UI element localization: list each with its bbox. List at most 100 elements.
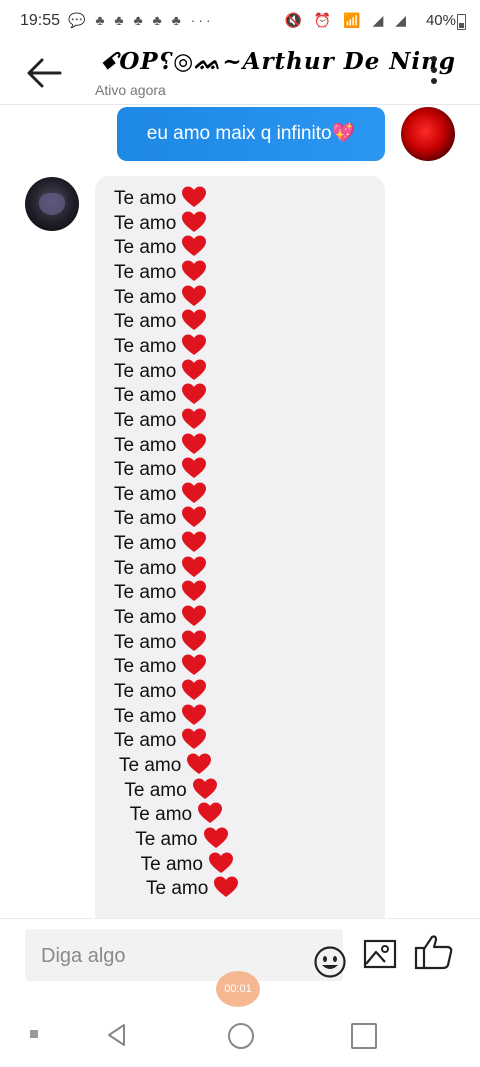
nav-recents-button[interactable] [351, 1023, 377, 1049]
smiley-icon[interactable] [313, 945, 347, 979]
message-line: Te amo [114, 630, 207, 654]
message-line: Te amo [114, 334, 207, 358]
message-input-box[interactable] [25, 929, 346, 983]
heart-icon [182, 457, 207, 479]
heart-icon [182, 309, 207, 331]
contact-name[interactable]: ꗃOP⸮◎ᨐ~Arthur De Ning [100, 48, 456, 75]
heart-icon [182, 285, 207, 306]
message-line: Te amo [114, 383, 207, 407]
battery-level: 40% [425, 12, 456, 29]
heart-icon [182, 630, 207, 651]
heart-icon [187, 753, 212, 774]
message-line-text: Te amo [114, 212, 177, 234]
arrow-left-icon [27, 58, 62, 88]
nav-back-icon[interactable] [104, 1022, 130, 1048]
message-line: Te amo [135, 827, 228, 851]
message-line-text: Te amo [114, 631, 177, 653]
outgoing-message[interactable]: eu amo maix q infinito💖 [117, 107, 385, 161]
message-line-text: Te amo [129, 804, 193, 826]
message-line-text: Te amo [114, 360, 177, 382]
heart-icon [182, 531, 207, 553]
message-line-text: Te amo [114, 730, 177, 752]
nav-indicator [30, 1030, 38, 1038]
message-line-text: Te amo [140, 853, 203, 875]
message-line: Te amo [114, 260, 207, 284]
heart-icon [182, 334, 207, 355]
message-line: Te amo [114, 186, 207, 210]
message-line-text: Te amo [114, 607, 177, 629]
message-line-text: Te amo [114, 409, 177, 431]
message-line: Te amo [141, 852, 233, 876]
message-line: Te amo [114, 506, 207, 530]
back-button[interactable] [24, 56, 64, 90]
heart-icon [182, 383, 207, 405]
message-line: Te amo [114, 457, 207, 481]
system-nav-bar [0, 1006, 480, 1066]
heart-icon [182, 728, 207, 750]
heart-icon [214, 876, 239, 898]
message-line: Te amo [114, 728, 207, 752]
message-line-text: Te amo [135, 828, 198, 850]
message-line: Te amo [114, 359, 207, 383]
more-options-button[interactable] [420, 56, 448, 92]
heart-icon [198, 802, 223, 824]
message-line: Te amo [114, 235, 207, 259]
message-line-text: Te amo [124, 779, 187, 801]
message-line: Te amo [146, 876, 239, 900]
message-line-text: Te amo [114, 582, 177, 604]
heart-icon [182, 654, 207, 676]
message-line-text: Te amo [114, 459, 177, 481]
message-line: Te amo [114, 679, 207, 703]
message-line-text: Te amo [114, 656, 177, 678]
message-line-text: Te amo [114, 286, 177, 308]
message-line-text: Te amo [114, 533, 177, 555]
avatar-me[interactable] [401, 107, 455, 161]
message-line: Te amo [114, 211, 207, 235]
message-line-text: Te amo [114, 681, 177, 702]
message-line-text: Te amo [114, 385, 177, 407]
heart-icon [182, 408, 207, 429]
message-line: Te amo [124, 778, 217, 802]
message-line-text: Te amo [114, 508, 177, 530]
message-line: Te amo [114, 408, 207, 432]
incoming-message[interactable]: Te amo Te amo Te amo Te amo Te amo Te amo Te a… [95, 176, 385, 918]
nav-home-button[interactable] [228, 1023, 254, 1049]
message-line: Te amo [114, 433, 207, 457]
heart-icon [182, 580, 207, 602]
message-line: Te amo [114, 482, 207, 506]
message-line: Te amo [114, 285, 207, 309]
message-line-text: Te amo [114, 237, 177, 259]
message-line-text: Te amo [114, 188, 177, 209]
heart-icon [182, 679, 207, 700]
system-icons: 🔇 ⏰ 📶 ◢ ◢ [284, 12, 410, 28]
message-line: Te amo [114, 605, 207, 629]
battery-icon [457, 14, 466, 30]
status-bar: 19:55 💬 ♣ ♣ ♣ ♣ ♣ ··· 🔇 ⏰ 📶 ◢ ◢ 40% [0, 0, 480, 44]
message-line: Te amo [129, 802, 223, 826]
message-line-text: Te amo [114, 483, 177, 505]
heart-icon [182, 235, 207, 257]
heart-icon [182, 704, 207, 725]
heart-icon [208, 852, 233, 873]
heart-icon [182, 556, 207, 577]
message-line-text: Te amo [114, 434, 177, 456]
heart-icon [182, 605, 207, 627]
image-icon[interactable] [363, 938, 397, 970]
recording-timer: 00:01 [216, 971, 260, 1007]
message-line: Te amo [114, 580, 207, 604]
thumbs-up-icon[interactable] [414, 933, 454, 971]
heart-icon [182, 506, 207, 528]
heart-icon [182, 260, 207, 281]
heart-icon [182, 186, 207, 207]
chat-header: ꗃOP⸮◎ᨐ~Arthur De Ning Ativo agora [0, 44, 480, 105]
contact-status: Ativo agora [95, 82, 166, 98]
notification-icons: 💬 ♣ ♣ ♣ ♣ ♣ ··· [68, 12, 214, 28]
message-line: Te amo [119, 753, 212, 777]
message-line-text: Te amo [114, 705, 177, 727]
avatar-contact[interactable] [25, 177, 79, 231]
message-list[interactable]: eu amo maix q infinito💖 Te amo Te amo Te a… [0, 104, 480, 918]
message-line-text: Te amo [114, 311, 177, 333]
heart-icon [182, 482, 207, 503]
message-line-text: Te amo [114, 557, 177, 579]
heart-icon [182, 433, 207, 454]
